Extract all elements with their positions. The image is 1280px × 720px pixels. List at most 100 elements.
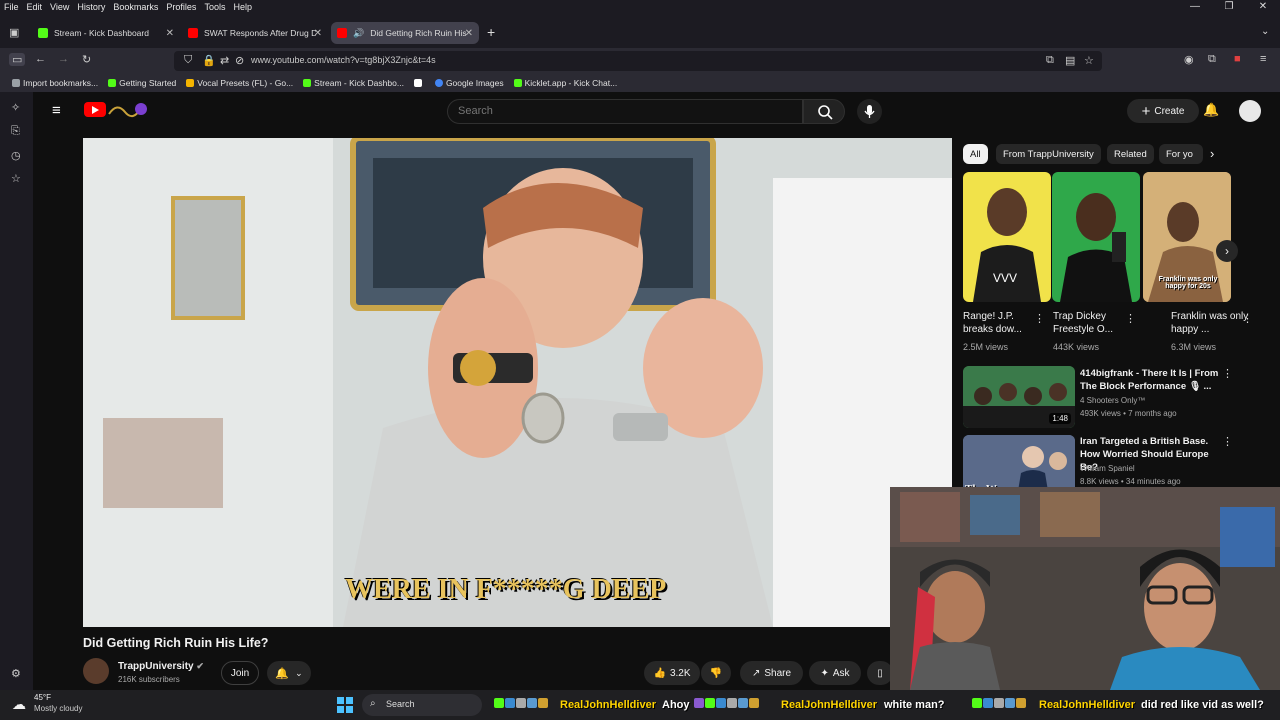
chip-for-you[interactable]: For yo [1159,144,1203,164]
synced-tabs-icon[interactable]: ⎘ [11,125,20,138]
url-bar[interactable]: ⛉ 🔒 ⇄ ⊘ www.youtube.com/watch?v=tg8bjX3Z… [174,51,1102,71]
windows-start-icon[interactable] [337,697,353,713]
video-caption: WERE IN F*****G DEEP [345,574,667,605]
reader-view-icon[interactable]: ▤ [1065,54,1075,67]
rec-title-1[interactable]: 414bigfrank - There It Is | From The Blo… [1080,367,1220,393]
short-title-1[interactable]: Range! J.P. breaks dow... [963,310,1041,336]
settings-icon[interactable]: ⚙ [11,667,21,680]
menu-view[interactable]: View [50,2,69,12]
channel-name[interactable]: TrappUniversity ✔ [118,661,204,672]
bell-icon: 🔔 [275,667,290,680]
voice-search-button[interactable] [857,99,882,124]
permissions-icon[interactable]: ⇄ [220,54,229,67]
rec-thumbnail-1[interactable]: 1:48 [963,366,1075,428]
extension-badge-icon[interactable]: ■ [1234,53,1241,65]
close-window-icon[interactable]: ✕ [1246,0,1280,14]
tab-kick-dashboard[interactable]: Stream - Kick Dashboard ✕ [32,22,180,44]
menu-file[interactable]: File [4,2,19,12]
weather-temperature[interactable]: 45°F [34,693,51,702]
short-thumbnail-1[interactable]: VVV [963,172,1051,302]
menu-tools[interactable]: Tools [204,2,225,12]
menu-help[interactable]: Help [233,2,252,12]
bookmark-stream-kick[interactable]: Stream - Kick Dashbo... [303,78,404,88]
share-button[interactable]: ↗ Share [740,661,803,685]
kick-favicon-icon [38,28,48,38]
bookmark-star-icon[interactable]: ☆ [1084,54,1094,67]
hamburger-menu-icon[interactable]: ≡ [52,102,61,119]
subscription-bell-button[interactable]: 🔔 ⌄ [267,661,311,685]
custom-logo-doodle [108,103,147,118]
weather-icon[interactable]: ☁ [12,696,26,713]
back-icon[interactable]: ← [35,53,46,65]
speaker-icon[interactable]: 🔊 [353,28,364,39]
short-title-2[interactable]: Trap Dickey Freestyle O... [1053,310,1131,336]
ai-chat-icon[interactable]: ✧ [11,101,20,114]
youtube-logo[interactable] [84,102,106,117]
menu-profiles[interactable]: Profiles [166,2,196,12]
more-options-icon[interactable]: ⋮ [1034,312,1045,325]
short-title-3[interactable]: Franklin was only happy ... [1171,310,1249,336]
tab-swat[interactable]: SWAT Responds After Drug Dea ✕ [182,22,328,44]
more-options-icon[interactable]: ⋮ [1125,312,1136,325]
menu-edit[interactable]: Edit [27,2,43,12]
chat-username: RealJohnHelldiver [560,699,656,711]
extensions-icon[interactable]: ⧉ [1208,53,1216,66]
picture-in-picture-icon[interactable]: ⧉ [1046,54,1054,67]
chip-from-channel[interactable]: From TrappUniversity [996,144,1101,164]
bookmark-kicklet[interactable]: Kicklet.app - Kick Chat... [513,78,617,88]
join-button[interactable]: Join [221,661,259,685]
account-avatar[interactable] [1239,100,1261,122]
maximize-icon[interactable]: ❐ [1212,0,1246,14]
dislike-button[interactable]: 👎 [701,661,731,685]
camera-sharing-icon[interactable]: ⊘ [235,54,244,67]
tab-overview-icon[interactable]: ▣ [9,26,19,39]
ask-button[interactable]: ✦ Ask [809,661,861,685]
notifications-icon[interactable]: 🔔 [1203,102,1219,118]
reload-icon[interactable]: ↻ [82,53,91,66]
channel-avatar[interactable] [83,658,109,684]
close-tab-icon[interactable]: ✕ [166,28,174,39]
bookmarks-icon[interactable]: ☆ [11,172,21,185]
create-button[interactable]: + Create [1127,99,1199,123]
more-options-icon[interactable]: ⋮ [1222,435,1233,448]
bookmark-vocal-presets[interactable]: Vocal Presets (FL) - Go... [186,78,293,88]
taskbar-search[interactable]: ⌕ Search [362,694,482,716]
search-button[interactable] [803,99,845,124]
chip-related[interactable]: Related [1107,144,1154,164]
history-icon[interactable]: ◷ [11,149,21,162]
menu-bookmarks[interactable]: Bookmarks [113,2,158,12]
tab-did-getting-rich[interactable]: 🔊 Did Getting Rich Ruin His L ✕ [331,22,479,44]
account-icon[interactable]: ◉ [1184,53,1194,66]
rec-channel-1[interactable]: 4 Shooters Only™ [1080,395,1145,407]
short-thumbnail-3[interactable]: Franklin was only happy for 20s [1143,172,1231,302]
close-tab-icon[interactable]: ✕ [465,28,473,39]
search-field[interactable] [447,99,803,124]
forward-icon[interactable]: → [58,53,69,65]
video-player[interactable]: WERE IN F*****G DEEP [83,138,952,627]
bookmark-getting-started[interactable]: Getting Started [108,78,176,88]
shorts-next-icon[interactable]: › [1216,240,1238,262]
like-button[interactable]: 👍 3.2K [644,661,700,685]
minimize-icon[interactable]: — [1178,0,1212,14]
short-thumbnail-2[interactable] [1052,172,1140,302]
app-menu-icon[interactable]: ≡ [1260,53,1266,65]
bookmark-import[interactable]: Import bookmarks... [12,78,98,88]
lock-icon[interactable]: 🔒 [202,54,216,67]
chip-all[interactable]: All [963,144,988,164]
menu-history[interactable]: History [77,2,105,12]
more-options-icon[interactable]: ⋮ [1222,367,1233,380]
weather-description[interactable]: Mostly cloudy [34,704,82,713]
new-tab-icon[interactable]: + [487,24,495,40]
sidebar-toggle-icon[interactable]: ▭ [9,53,26,66]
tab-list-icon[interactable]: ⌄ [1261,26,1269,37]
bookmark-google-images[interactable]: Google Images [434,78,504,88]
shield-icon[interactable]: ⛉ [184,54,192,67]
search-input[interactable] [458,105,778,117]
rec-channel-2[interactable]: William Spaniel [1080,463,1135,475]
url-text[interactable]: www.youtube.com/watch?v=tg8bjX3Znjc&t=4s [251,55,436,65]
close-tab-icon[interactable]: ✕ [314,28,322,39]
chips-next-icon[interactable]: › [1210,146,1214,161]
youtube-favicon-icon [337,28,347,38]
bookmark-s[interactable] [413,79,425,87]
more-options-icon[interactable]: ⋮ [1242,312,1253,325]
